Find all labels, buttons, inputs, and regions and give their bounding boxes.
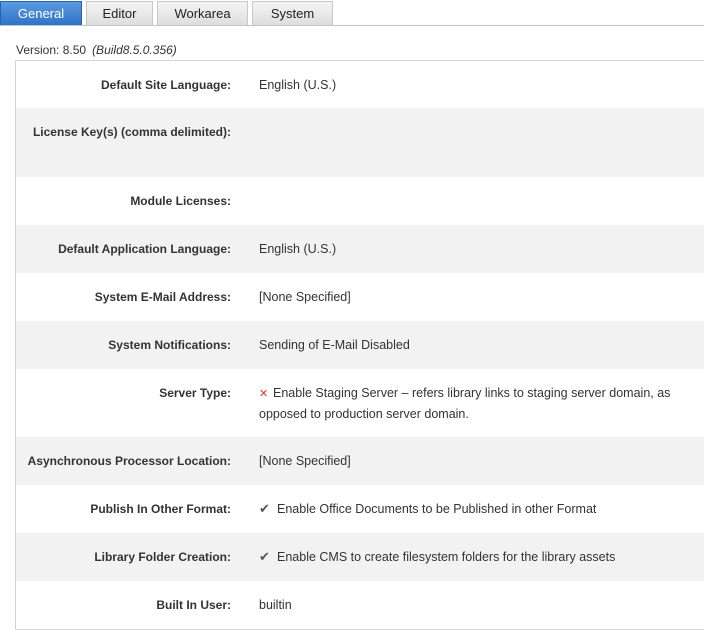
settings-table: Default Site Language: English (U.S.) Li… <box>15 60 704 630</box>
row-default-site-language: Default Site Language: English (U.S.) <box>16 61 704 108</box>
checkmark-icon: ✔ <box>259 501 270 516</box>
async-processor-location-label: Asynchronous Processor Location: <box>27 454 231 468</box>
library-folder-creation-label: Library Folder Creation: <box>94 550 231 564</box>
built-in-user-label: Built In User: <box>156 598 231 612</box>
default-application-language-value: English (U.S.) <box>259 242 337 256</box>
row-library-folder-creation: Library Folder Creation: ✔ Enable CMS to … <box>16 533 704 581</box>
row-async-processor-location: Asynchronous Processor Location: [None S… <box>16 437 704 485</box>
library-folder-creation-text: Enable CMS to create filesystem folders … <box>277 550 616 564</box>
default-application-language-label: Default Application Language: <box>58 242 231 256</box>
tab-editor[interactable]: Editor <box>86 1 153 25</box>
row-publish-other-format: Publish In Other Format: ✔ Enable Office … <box>16 485 704 533</box>
system-email-label: System E-Mail Address: <box>94 290 231 304</box>
server-type-value: ✕ Enable Staging Server – refers library … <box>259 383 699 424</box>
checkmark-icon: ✔ <box>259 549 270 564</box>
build-number: (Build8.5.0.356) <box>92 43 177 57</box>
module-licenses-label: Module Licenses: <box>130 194 231 208</box>
system-notifications-value: Sending of E-Mail Disabled <box>259 338 410 352</box>
tab-system[interactable]: System <box>252 1 333 25</box>
tab-workarea[interactable]: Workarea <box>157 1 248 25</box>
version-line: Version: 8.50 (Build8.5.0.356) <box>16 42 177 58</box>
system-email-value: [None Specified] <box>259 290 351 304</box>
built-in-user-value: builtin <box>259 598 292 612</box>
row-module-licenses: Module Licenses: <box>16 177 704 225</box>
server-type-text: Enable Staging Server – refers library l… <box>259 386 671 421</box>
tab-general[interactable]: General <box>0 1 82 25</box>
publish-other-format-value: ✔ Enable Office Documents to be Published… <box>259 499 699 519</box>
x-icon: ✕ <box>259 388 269 400</box>
default-site-language-label: Default Site Language: <box>100 78 231 92</box>
tab-bar-divider <box>0 25 704 26</box>
library-folder-creation-value: ✔ Enable CMS to create filesystem folders… <box>259 547 699 567</box>
row-server-type: Server Type: ✕ Enable Staging Server – re… <box>16 369 704 437</box>
server-type-label: Server Type: <box>159 386 231 400</box>
row-default-application-language: Default Application Language: English (U… <box>16 225 704 273</box>
row-built-in-user: Built In User: builtin <box>16 581 704 629</box>
async-processor-location-value: [None Specified] <box>259 454 351 468</box>
system-notifications-label: System Notifications: <box>108 338 231 352</box>
publish-other-format-label: Publish In Other Format: <box>90 502 231 516</box>
version-text: Version: 8.50 <box>16 43 87 57</box>
row-system-notifications: System Notifications: Sending of E-Mail … <box>16 321 704 369</box>
default-site-language-value: English (U.S.) <box>259 78 337 92</box>
tab-bar: General Editor Workarea System <box>0 0 704 26</box>
publish-other-format-text: Enable Office Documents to be Published … <box>277 502 597 516</box>
license-keys-label: License Key(s) (comma delimited): <box>32 125 231 139</box>
row-system-email: System E-Mail Address: [None Specified] <box>16 273 704 321</box>
row-license-keys: License Key(s) (comma delimited): <box>16 108 704 177</box>
